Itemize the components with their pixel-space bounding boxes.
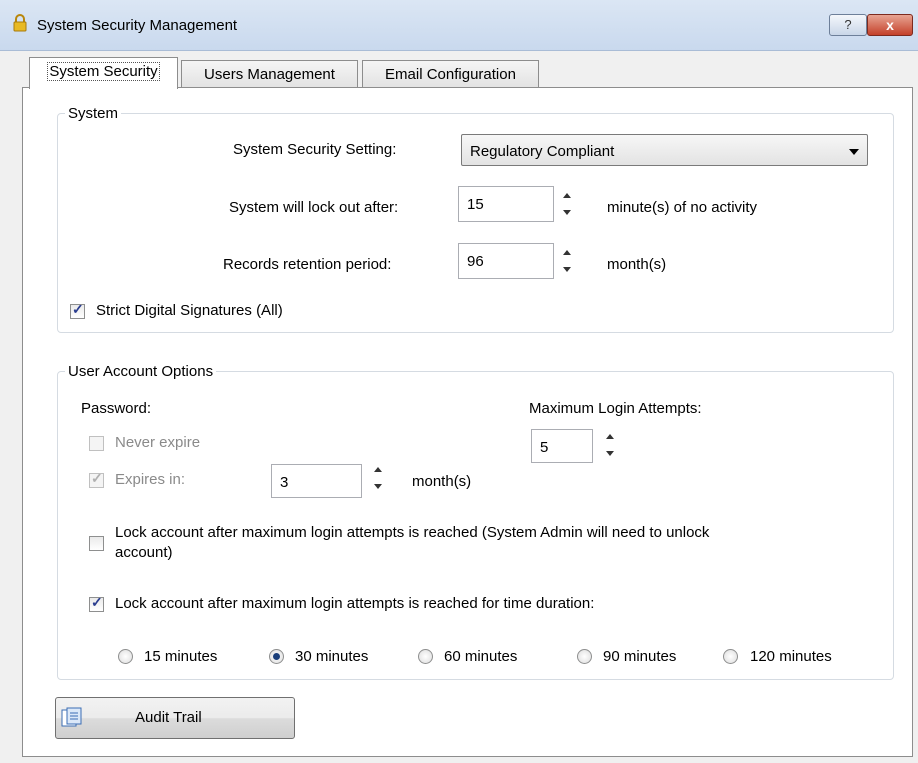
never-expire-checkbox[interactable] [89,436,104,451]
retention-value: 96 [467,253,484,270]
lockout-input[interactable]: 15 [458,186,554,222]
radio-label: 60 minutes [444,648,518,665]
radio-selected-dot [273,653,280,660]
expires-in-spinner[interactable] [370,460,388,496]
lock-duration-label: Lock account after maximum login attempt… [115,595,595,612]
expires-in-input[interactable]: 3 [271,464,362,498]
spin-down-icon[interactable] [563,267,571,272]
never-expire-label: Never expire [115,434,201,451]
lockout-unit: minute(s) of no activity [607,199,758,216]
radio-15-minutes[interactable] [118,649,133,664]
lockout-spinner[interactable] [559,186,577,222]
audit-trail-button[interactable]: Audit Trail [55,697,295,739]
radio-label: 30 minutes [295,648,369,665]
radio-120-minutes[interactable] [723,649,738,664]
spin-down-icon[interactable] [374,484,382,489]
lockout-label: System will lock out after: [229,199,399,216]
lock-admin-label-line1: Lock account after maximum login attempt… [115,524,710,541]
chevron-down-icon [849,149,859,155]
system-group-title: System [65,105,122,122]
spin-up-icon[interactable] [374,467,382,472]
expires-in-value: 3 [280,474,289,491]
retention-label: Records retention period: [223,256,392,273]
close-button[interactable]: x [867,14,913,36]
expires-in-label: Expires in: [115,471,186,488]
lock-admin-label-line2: account) [115,544,173,561]
lock-admin-checkbox[interactable] [89,536,104,551]
lockout-value: 15 [467,196,484,213]
radio-label: 120 minutes [750,648,832,665]
radio-30-minutes[interactable] [269,649,284,664]
security-window: System Security Management ? x System Se… [0,0,918,763]
spin-down-icon[interactable] [606,451,614,456]
tab-panel: System System Security Setting: Regulato… [22,87,913,757]
tab-email-configuration[interactable]: Email Configuration [362,60,539,88]
max-attempts-spinner[interactable] [602,427,620,463]
tab-label: Users Management [204,66,335,83]
document-list-icon [61,707,82,727]
check-mark-icon: ✓ [72,301,84,317]
retention-spinner[interactable] [559,243,577,279]
audit-trail-label: Audit Trail [135,709,202,726]
security-setting-label: System Security Setting: [233,141,397,158]
radio-label: 90 minutes [603,648,677,665]
user-account-group-title: User Account Options [65,363,217,380]
tab-label: System Security [47,62,160,81]
expires-in-unit: month(s) [412,473,472,490]
check-mark-icon: ✓ [91,594,103,610]
lock-icon [13,14,27,32]
expires-in-checkbox[interactable]: ✓ [89,470,104,488]
lock-duration-checkbox[interactable]: ✓ [89,594,104,612]
title-bar: System Security Management ? x [0,0,918,51]
spin-down-icon[interactable] [563,210,571,215]
radio-60-minutes[interactable] [418,649,433,664]
strict-signatures-checkbox[interactable]: ✓ [70,301,85,319]
radio-label: 15 minutes [144,648,218,665]
radio-90-minutes[interactable] [577,649,592,664]
security-setting-dropdown[interactable]: Regulatory Compliant [461,134,868,166]
tab-label: Email Configuration [385,66,516,83]
max-attempts-label: Maximum Login Attempts: [529,400,702,417]
window-title: System Security Management [37,17,238,34]
help-button[interactable]: ? [829,14,867,36]
max-attempts-value: 5 [540,439,549,456]
strict-signatures-label: Strict Digital Signatures (All) [96,302,283,319]
spin-up-icon[interactable] [563,193,571,198]
retention-unit: month(s) [607,256,667,273]
max-attempts-input[interactable]: 5 [531,429,593,463]
spin-up-icon[interactable] [563,250,571,255]
tab-users-management[interactable]: Users Management [181,60,358,88]
password-label: Password: [81,400,152,417]
check-mark-icon: ✓ [91,470,103,486]
tab-system-security[interactable]: System Security [29,57,178,89]
security-setting-value: Regulatory Compliant [470,143,615,160]
retention-input[interactable]: 96 [458,243,554,279]
spin-up-icon[interactable] [606,434,614,439]
